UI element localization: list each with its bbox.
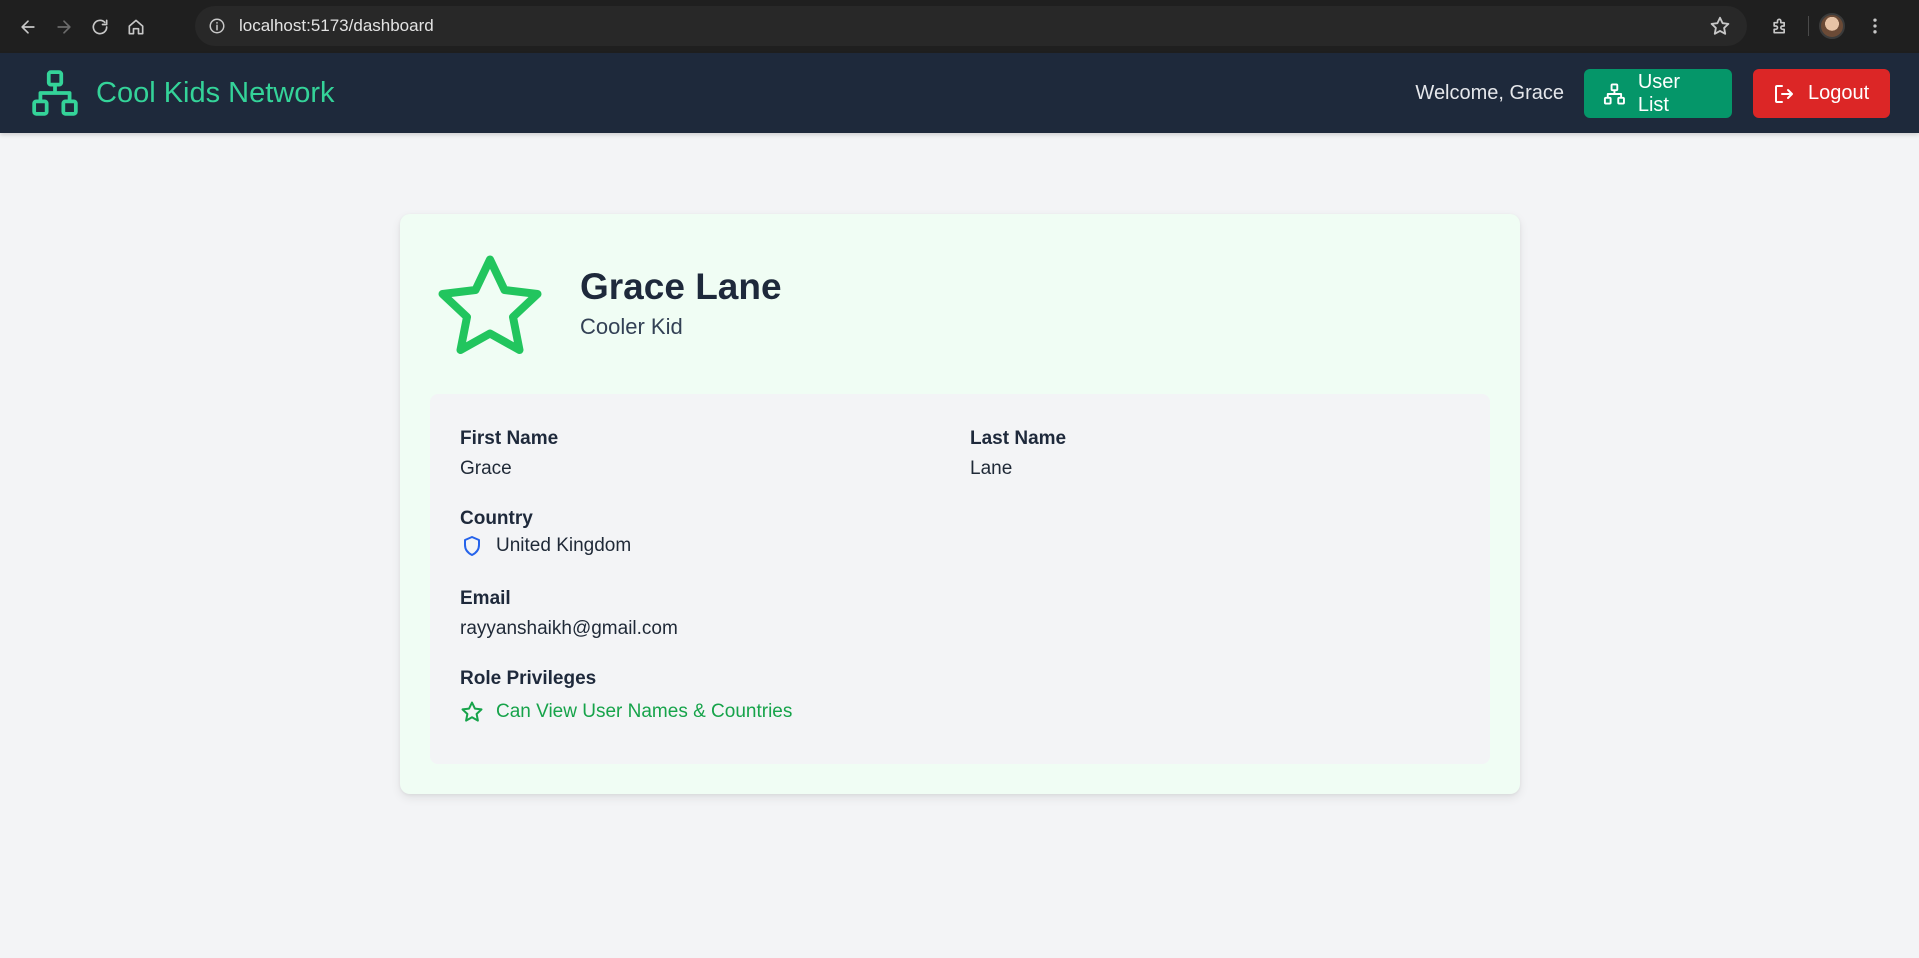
first-name-label: First Name <box>460 428 559 449</box>
country-label: Country <box>460 508 533 529</box>
forward-icon[interactable] <box>46 9 82 45</box>
user-list-button[interactable]: User List <box>1584 69 1732 118</box>
url-text[interactable]: localhost:5173/dashboard <box>239 16 434 36</box>
privilege-text: Can View User Names & Countries <box>496 701 793 722</box>
shield-icon <box>464 536 480 556</box>
country-value-row: United Kingdom <box>460 534 631 558</box>
brand[interactable]: Cool Kids Network <box>30 68 335 118</box>
site-info-icon[interactable] <box>203 12 231 40</box>
app-title: Cool Kids Network <box>96 76 335 109</box>
last-name-value: Lane <box>970 458 1013 479</box>
user-list-label: User List <box>1637 70 1681 116</box>
privilege-item: Can View User Names & Countries <box>460 700 792 724</box>
toolbar-divider <box>1808 16 1809 36</box>
app-header: Cool Kids Network Welcome, Grace User Li… <box>0 53 1919 133</box>
reload-icon[interactable] <box>82 9 118 45</box>
profile-avatar[interactable] <box>1819 13 1845 39</box>
bookmark-star-icon[interactable] <box>1709 15 1731 42</box>
last-name-label: Last Name <box>970 428 1067 449</box>
email-value: rayyanshaikh@gmail.com <box>460 618 678 639</box>
privileges-label: Role Privileges <box>460 668 597 689</box>
country-value: United Kingdom <box>496 535 632 556</box>
logout-icon <box>1775 84 1793 103</box>
extensions-icon[interactable] <box>1762 8 1798 44</box>
star-icon <box>461 701 483 722</box>
star-icon <box>438 255 542 354</box>
home-icon[interactable] <box>118 9 154 45</box>
email-label: Email <box>460 588 511 609</box>
address-bar[interactable]: localhost:5173/dashboard <box>195 6 1747 46</box>
profile-name: Grace Lane <box>580 266 782 307</box>
profile-role: Cooler Kid <box>580 314 683 339</box>
network-icon <box>1603 83 1625 104</box>
welcome-text: Welcome, Grace <box>1415 82 1564 104</box>
back-icon[interactable] <box>10 9 46 45</box>
profile-card: Grace Lane Cooler Kid First Name Grace L… <box>400 214 1520 794</box>
profile-details: First Name Grace Last Name Lane Country … <box>430 394 1490 764</box>
logout-button[interactable]: Logout <box>1753 69 1890 118</box>
first-name-value: Grace <box>460 458 512 479</box>
browser-toolbar: localhost:5173/dashboard <box>0 0 1919 53</box>
more-menu-icon[interactable] <box>1857 8 1893 44</box>
browser-actions <box>1762 8 1893 44</box>
logout-label: Logout <box>1808 82 1870 104</box>
network-icon <box>32 70 78 116</box>
header-actions: Welcome, Grace User List Logout <box>1415 69 1890 118</box>
